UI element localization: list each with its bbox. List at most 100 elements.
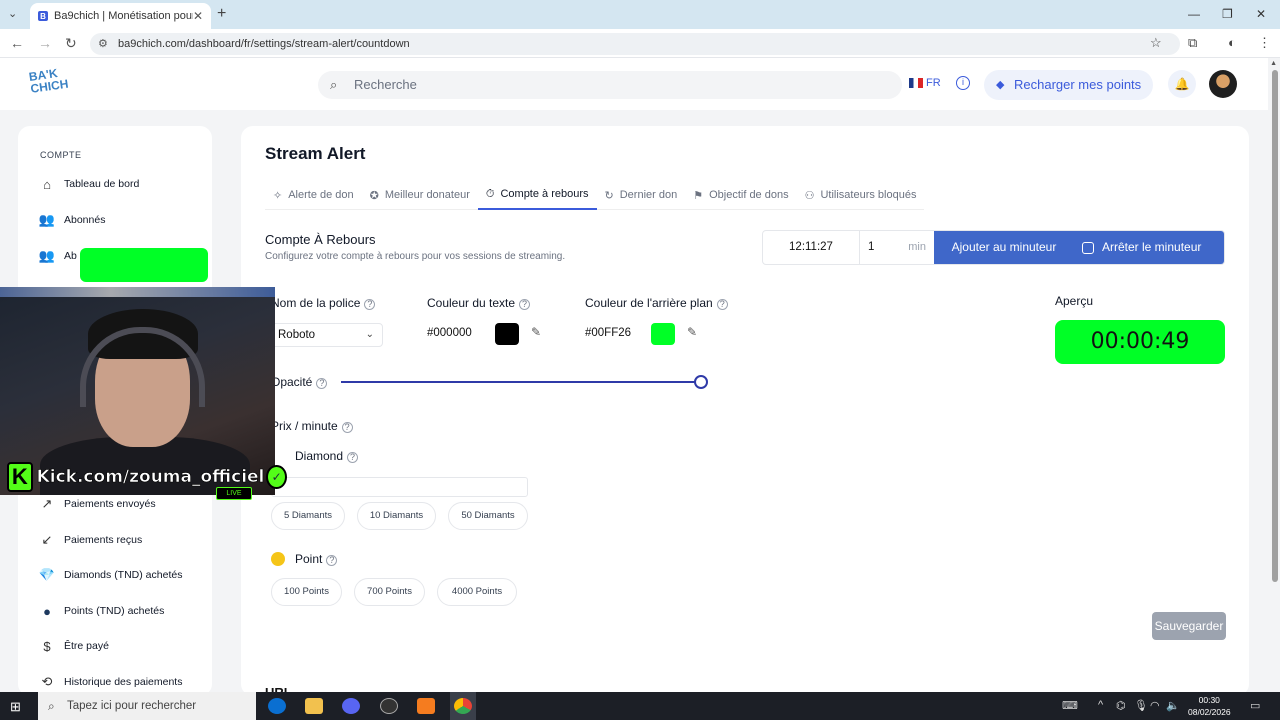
sidebar-item-payments-received[interactable]: ↙ Paiements reçus — [38, 530, 143, 550]
bg-color-hex[interactable]: #00FF26 — [585, 327, 631, 339]
tab-blocked-users[interactable]: ⚇ Utilisateurs bloqués — [797, 180, 925, 210]
sidebar-item-subscribers[interactable]: 👥 Abonnés — [38, 210, 106, 230]
minimize-icon[interactable]: — — [1188, 7, 1200, 21]
tab-label: Meilleur donateur — [384, 189, 470, 201]
taskbar-clock[interactable]: 00:30 08/02/2026 — [1188, 694, 1231, 718]
stop-timer-button[interactable]: Arrêter le minuteur — [1074, 231, 1224, 264]
file-explorer-icon[interactable] — [305, 698, 323, 714]
sidebar-item-dashboard[interactable]: ⌂ Tableau de bord — [38, 174, 139, 194]
help-icon[interactable]: ? — [519, 299, 531, 310]
text-color-swatch[interactable] — [495, 323, 519, 345]
search-input[interactable]: ⌕ Recherche — [318, 71, 902, 99]
search-placeholder: Recherche — [354, 77, 417, 92]
bookmark-star-icon[interactable]: ☆ — [1150, 35, 1162, 51]
volume-icon[interactable]: 🔈 — [1166, 699, 1180, 712]
notification-bell-icon[interactable]: 🔔 — [1168, 70, 1196, 98]
diamond-amount-input[interactable] — [271, 477, 528, 497]
extensions-icon[interactable]: ⧉ — [1188, 35, 1197, 51]
sidebar-item-payment-history[interactable]: ⟲ Historique des paiements — [38, 672, 183, 692]
eyedropper-icon[interactable]: ✎ — [531, 325, 541, 339]
tab-list-chevron-icon[interactable]: ⌄ — [8, 7, 17, 20]
help-icon[interactable]: ? — [716, 299, 728, 310]
diamond-option-5[interactable]: 5 Diamants — [271, 502, 345, 530]
flag-icon: ⚑ — [693, 189, 704, 202]
page-scrollbar[interactable] — [1272, 70, 1278, 582]
sidebar-item-payments-sent[interactable]: ↗ Paiements envoyés — [38, 494, 156, 514]
text-color-hex[interactable]: #000000 — [427, 327, 472, 339]
tab-countdown[interactable]: ⏱ Compte à rebours — [477, 180, 597, 210]
new-tab-icon[interactable]: + — [217, 5, 226, 23]
add-to-timer-button[interactable]: Ajouter au minuteur — [934, 231, 1074, 264]
browser-tab[interactable]: B Ba9chich | Monétisation pour le ✕ — [30, 3, 211, 29]
back-icon[interactable]: ← — [10, 35, 24, 51]
edge-icon[interactable] — [268, 698, 286, 714]
minutes-input[interactable]: 1 min — [860, 231, 934, 264]
close-window-icon[interactable]: ✕ — [1256, 7, 1266, 21]
tab-top-donor[interactable]: ✪ Meilleur donateur — [362, 180, 478, 210]
url-field[interactable]: ⚙ ba9chich.com/dashboard/fr/settings/str… — [90, 33, 1180, 55]
countdown-preview: 00:00:49 — [1055, 320, 1225, 364]
scroll-up-icon[interactable]: ▲ — [1270, 60, 1277, 67]
help-icon[interactable]: ? — [347, 452, 359, 463]
keyboard-icon[interactable]: ⌨ — [1062, 699, 1078, 712]
point-option-100[interactable]: 100 Points — [271, 578, 342, 606]
language-selector[interactable]: FR — [909, 77, 941, 89]
diamond-option-50[interactable]: 50 Diamants — [448, 502, 528, 530]
checkbox-icon — [1082, 242, 1094, 254]
point-label-text: Point — [295, 552, 323, 566]
sidebar-item-points-bought[interactable]: ● Points (TND) achetés — [38, 601, 164, 621]
taskbar-search[interactable]: ⌕ Tapez ici pour rechercher — [38, 692, 256, 720]
timer-controls: 12:11:27 1 min Ajouter au minuteur Arrêt… — [762, 230, 1225, 265]
recharge-points-button[interactable]: ◆ Recharger mes points — [984, 70, 1153, 100]
wifi-icon[interactable]: ◠ — [1150, 699, 1160, 712]
tab-donation-alert[interactable]: ✧ Alerte de don — [265, 180, 362, 210]
notifications-icon[interactable]: ▭ — [1250, 699, 1260, 712]
tray-chevron-icon[interactable]: ^ — [1098, 699, 1103, 711]
clock-date: 08/02/2026 — [1188, 707, 1231, 717]
reload-icon[interactable]: ↻ — [65, 35, 77, 52]
info-icon[interactable]: i — [956, 76, 970, 90]
profile-icon[interactable]: ◐ — [1228, 35, 1236, 50]
forward-icon[interactable]: → — [38, 35, 52, 51]
price-label-text: Prix / minute — [271, 419, 338, 433]
point-label: Point? — [295, 552, 338, 566]
help-icon[interactable]: ? — [316, 378, 328, 389]
opacity-label-text: Opacité — [271, 375, 313, 389]
chrome-icon[interactable] — [454, 698, 472, 714]
opacity-slider-handle[interactable] — [694, 375, 708, 389]
main-card: Stream Alert ✧ Alerte de don ✪ Meilleur do… — [241, 126, 1249, 696]
obs-icon[interactable] — [380, 698, 398, 714]
close-tab-icon[interactable]: ✕ — [193, 9, 203, 23]
sidebar-item-label: Tableau de bord — [64, 178, 140, 190]
point-option-4000[interactable]: 4000 Points — [437, 578, 517, 606]
opacity-slider-track[interactable] — [341, 381, 701, 383]
discord-icon[interactable] — [342, 698, 360, 714]
green-overlay-block — [80, 248, 208, 282]
tab-donation-goal[interactable]: ⚑ Objectif de dons — [685, 180, 796, 210]
save-button[interactable]: Sauvegarder — [1152, 612, 1226, 640]
microphone-icon[interactable]: 🎙 — [1134, 699, 1148, 712]
help-icon[interactable]: ? — [341, 422, 353, 433]
bg-color-swatch[interactable] — [651, 323, 675, 345]
site-settings-icon[interactable]: ⚙ — [98, 33, 108, 55]
tab-last-donation[interactable]: ↻ Dernier don — [597, 180, 686, 210]
eyedropper-icon[interactable]: ✎ — [687, 325, 697, 339]
sidebar-item-diamonds-bought[interactable]: 💎 Diamonds (TND) achetés — [38, 565, 183, 585]
verified-check-icon: ✓ — [266, 465, 287, 489]
diamond-option-10[interactable]: 10 Diamants — [357, 502, 436, 530]
menu-icon[interactable]: ⋮ — [1258, 35, 1271, 51]
windows-start-icon[interactable]: ⊞ — [10, 699, 21, 715]
home-icon: ⌂ — [43, 176, 51, 192]
help-icon[interactable]: ? — [326, 555, 338, 566]
dollar-icon: $ — [43, 638, 51, 654]
point-option-700[interactable]: 700 Points — [354, 578, 425, 606]
network-icon[interactable]: ⌬ — [1116, 699, 1126, 712]
logo[interactable]: BA'K CHICH — [28, 65, 74, 101]
app-icon[interactable] — [417, 698, 435, 714]
sidebar-item-get-paid[interactable]: $ Être payé — [38, 636, 109, 656]
sidebar-item-subscriptions[interactable]: 👥 Ab — [38, 246, 77, 266]
avatar[interactable] — [1209, 70, 1237, 98]
font-select[interactable]: Roboto ⌄ — [271, 323, 383, 347]
help-icon[interactable]: ? — [364, 299, 376, 310]
maximize-icon[interactable]: ❐ — [1222, 7, 1233, 21]
